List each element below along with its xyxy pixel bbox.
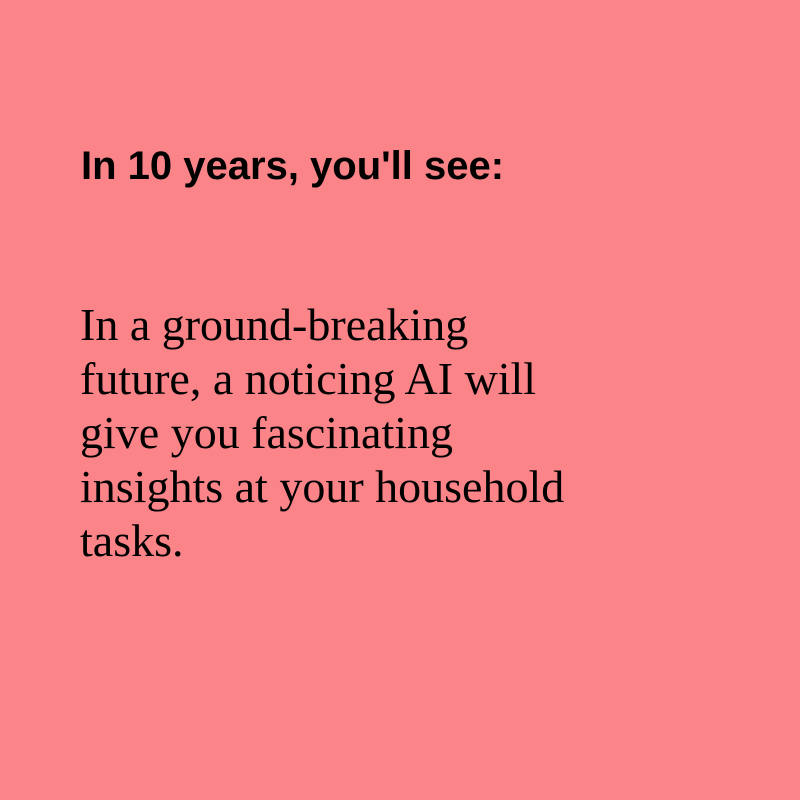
card-body-text: In a ground-breaking future, a noticing … — [80, 298, 720, 568]
body-line: future, a noticing AI will — [80, 353, 537, 404]
card-heading: In 10 years, you'll see: — [81, 144, 505, 188]
quote-card: In 10 years, you'll see: In a ground-bre… — [0, 0, 800, 800]
body-line: tasks. — [80, 515, 184, 566]
body-line: In a ground-breaking — [80, 299, 469, 350]
body-line: insights at your household — [80, 461, 565, 512]
body-line: give you fascinating — [80, 407, 454, 458]
